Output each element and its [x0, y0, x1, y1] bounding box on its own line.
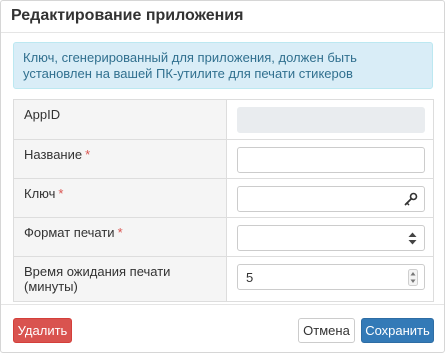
select-arrows-icon [408, 232, 417, 245]
app-form-table: AppID Название * Ключ * Формат печати * … [13, 99, 434, 302]
stepper-icon[interactable] [408, 269, 418, 286]
name-input-cell [226, 139, 434, 179]
key-label-cell: Ключ * [13, 178, 227, 218]
print-format-select[interactable] [237, 225, 425, 251]
cancel-button[interactable]: Отмена [298, 318, 355, 343]
required-marker: * [85, 147, 91, 162]
form-row-appid: AppID [13, 99, 434, 140]
name-label-cell: Название * [13, 139, 227, 179]
dialog-header: Редактирование приложения [1, 1, 444, 33]
info-alert: Ключ, сгенерированный для приложения, до… [13, 42, 433, 89]
key-label: Ключ [24, 186, 56, 201]
key-input[interactable] [237, 186, 425, 212]
appid-label: AppID [24, 107, 61, 122]
form-row-print-timeout: Время ожидания печати (минуты) 5 [13, 256, 434, 302]
print-timeout-label-cell: Время ожидания печати (минуты) [13, 256, 227, 302]
required-marker: * [58, 186, 64, 201]
print-format-label-cell: Формат печати * [13, 217, 227, 257]
footer-divider [1, 304, 444, 305]
key-input-cell [226, 178, 434, 218]
print-timeout-label: Время ожидания печати (минуты) [24, 264, 171, 294]
print-timeout-value: 5 [246, 270, 254, 285]
header-divider [1, 32, 444, 33]
form-row-print-format: Формат печати * [13, 217, 434, 257]
delete-button[interactable]: Удалить [13, 318, 72, 343]
required-marker: * [117, 225, 123, 240]
name-label: Название [24, 147, 83, 162]
print-timeout-input[interactable]: 5 [237, 264, 425, 290]
save-button[interactable]: Сохранить [361, 318, 434, 343]
name-input[interactable] [237, 147, 425, 173]
key-icon[interactable] [404, 192, 418, 206]
print-format-input-cell [226, 217, 434, 257]
form-row-key: Ключ * [13, 178, 434, 218]
appid-input-cell [226, 99, 434, 140]
appid-label-cell: AppID [13, 99, 227, 140]
print-timeout-input-cell: 5 [226, 256, 434, 302]
edit-app-dialog: Редактирование приложения Ключ, сгенерир… [0, 0, 445, 353]
print-format-label: Формат печати [24, 225, 115, 240]
appid-field [237, 107, 425, 133]
dialog-title: Редактирование приложения [11, 7, 244, 24]
form-row-name: Название * [13, 139, 434, 179]
